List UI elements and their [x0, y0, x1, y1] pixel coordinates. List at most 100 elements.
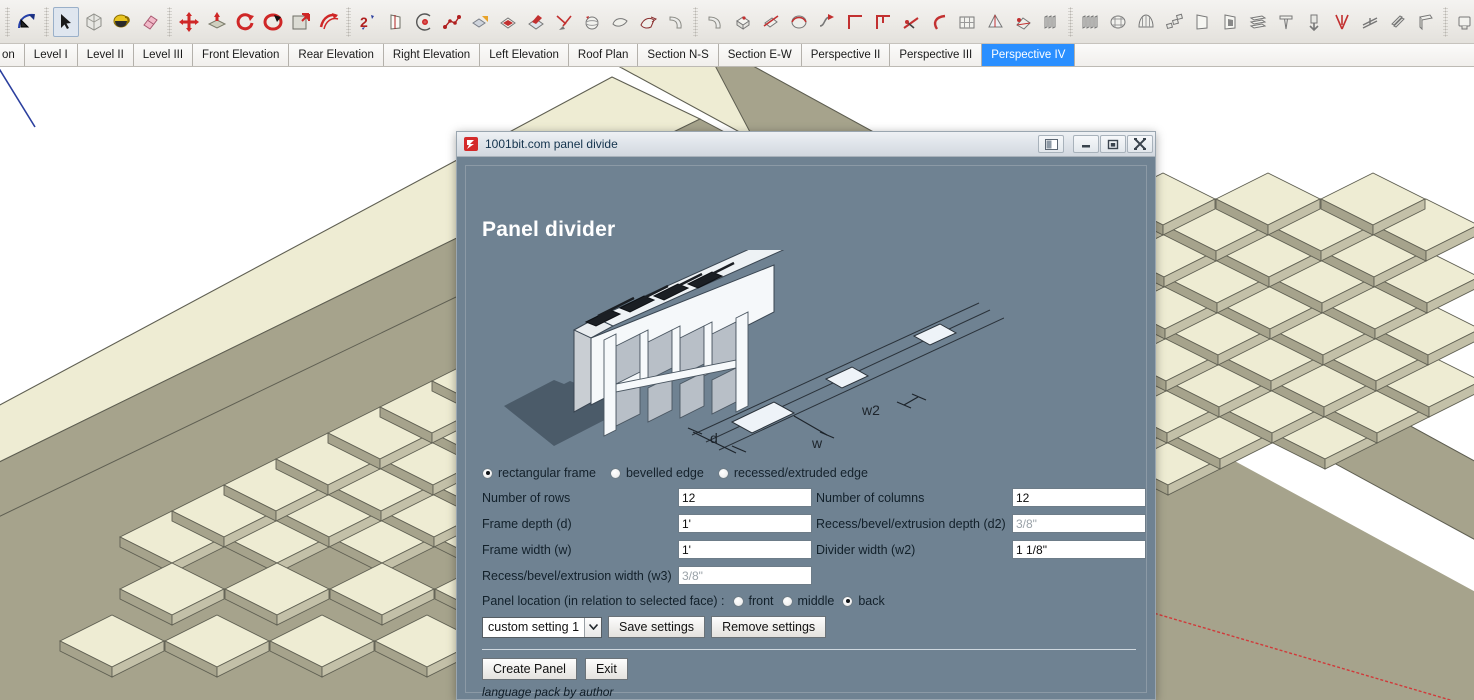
move-icon[interactable] — [176, 7, 202, 37]
cone-roof-icon[interactable] — [982, 7, 1008, 37]
rafter-array-icon[interactable] — [1077, 7, 1103, 37]
scene-tab-13[interactable]: Perspective IV — [982, 44, 1076, 66]
toolbar-grip[interactable] — [693, 6, 698, 37]
minimize-button[interactable] — [1073, 135, 1099, 153]
twist-icon[interactable] — [814, 7, 840, 37]
eraser-icon[interactable] — [137, 7, 163, 37]
radio-icon[interactable] — [482, 467, 493, 479]
scene-tab-1[interactable]: Level I — [25, 44, 78, 66]
scene-tab-3[interactable]: Level III — [134, 44, 194, 66]
create-panel-button[interactable]: Create Panel — [482, 658, 577, 680]
panel-type-option-rectangular-frame[interactable]: rectangular frame — [482, 466, 596, 480]
radio-icon[interactable] — [717, 467, 729, 479]
freehand-shape-icon[interactable] — [607, 7, 633, 37]
panel-divide-dialog[interactable]: 1001bit.com panel divide Panel divider d… — [456, 131, 1156, 700]
radio-icon[interactable] — [732, 595, 744, 607]
scene-tab-8[interactable]: Roof Plan — [569, 44, 639, 66]
angle-brace-icon[interactable] — [898, 7, 924, 37]
column-icon[interactable] — [1273, 7, 1299, 37]
scatter-icon[interactable] — [1161, 7, 1187, 37]
close-button[interactable] — [1127, 135, 1153, 153]
toolbar-grip[interactable] — [167, 6, 172, 37]
slice-icon[interactable] — [758, 7, 784, 37]
toolbar-grip[interactable] — [1443, 6, 1448, 37]
toolbar-grip[interactable] — [1068, 6, 1073, 37]
scene-tab-bar[interactable]: on Level I Level II Level III Front Elev… — [0, 44, 1474, 67]
recess-bevel-extrusion-width-input[interactable]: 3/8" — [678, 566, 812, 585]
scene-tab-6[interactable]: Right Elevation — [384, 44, 481, 66]
save-settings-button[interactable]: Save settings — [608, 616, 706, 638]
extrude-shape-icon[interactable] — [635, 7, 661, 37]
rotate-icon[interactable] — [232, 7, 258, 37]
exit-button[interactable]: Exit — [584, 658, 628, 680]
component-icon[interactable] — [81, 7, 107, 37]
toolbar-grip[interactable] — [346, 6, 351, 37]
sweep-icon[interactable] — [663, 7, 689, 37]
scene-tab-9[interactable]: Section N-S — [638, 44, 719, 66]
number-of-columns-input[interactable]: 12 — [1012, 488, 1146, 507]
panel-location-option-middle[interactable]: middle — [781, 594, 834, 608]
frame-width-input[interactable]: 1' — [678, 540, 812, 559]
dome-icon[interactable] — [786, 7, 812, 37]
sweep-icon-2[interactable] — [702, 7, 728, 37]
box-tool-icon[interactable] — [730, 7, 756, 37]
push-pull-icon[interactable] — [204, 7, 230, 37]
select-arrow-icon[interactable] — [53, 6, 79, 37]
help-button[interactable] — [1038, 135, 1064, 153]
chevron-down-icon[interactable] — [584, 617, 602, 637]
scene-tab-5[interactable]: Rear Elevation — [289, 44, 384, 66]
scene-tab-7[interactable]: Left Elevation — [480, 44, 569, 66]
panel-location-option-front[interactable]: front — [732, 594, 774, 608]
make-component-icon[interactable]: 2 — [355, 7, 381, 37]
rebar-icon[interactable] — [1329, 7, 1355, 37]
corner-frame-icon[interactable] — [842, 7, 868, 37]
scene-tab-12[interactable]: Perspective III — [890, 44, 983, 66]
toolbar-grip[interactable] — [44, 6, 49, 37]
screen-panel-icon[interactable] — [1452, 7, 1474, 37]
panel-location-option-back[interactable]: back — [842, 594, 885, 608]
dialog-title-bar[interactable]: 1001bit.com panel divide — [457, 132, 1155, 157]
texture-paint-icon[interactable] — [523, 7, 549, 37]
folded-plate-icon[interactable] — [1413, 7, 1439, 37]
weld-icon[interactable] — [551, 7, 577, 37]
divider-width-input[interactable]: 1 1/8" — [1012, 540, 1146, 559]
curve-brace-icon[interactable] — [926, 7, 952, 37]
offset-icon[interactable] — [316, 7, 342, 37]
material-drop-icon[interactable] — [467, 7, 493, 37]
wall-opening-icon[interactable] — [1217, 7, 1243, 37]
dome-frame-icon[interactable] — [1133, 7, 1159, 37]
scene-tab-4[interactable]: Front Elevation — [193, 44, 290, 66]
wall-panel-icon[interactable] — [1189, 7, 1215, 37]
panel-type-radio-group[interactable]: rectangular frame bevelled edge recessed… — [474, 466, 1142, 480]
panel-type-option-recessed-extruded-edge[interactable]: recessed/extruded edge — [717, 466, 868, 480]
paint-bucket-icon[interactable] — [109, 7, 135, 37]
arc-tool-icon[interactable] — [14, 7, 40, 37]
foundation-icon[interactable] — [1301, 7, 1327, 37]
radio-icon[interactable] — [781, 595, 793, 607]
scene-tab-0[interactable]: on — [0, 44, 25, 66]
follow-me-icon[interactable] — [260, 7, 286, 37]
rafter-icon[interactable] — [1038, 7, 1064, 37]
frame-joint-icon[interactable] — [870, 7, 896, 37]
maximize-button[interactable] — [1100, 135, 1126, 153]
purlin-icon[interactable] — [1357, 7, 1383, 37]
stacked-slab-icon[interactable] — [1245, 7, 1271, 37]
recess-bevel-extrusion-depth-input[interactable]: 3/8" — [1012, 514, 1146, 533]
scene-tab-2[interactable]: Level II — [78, 44, 134, 66]
arc-center-icon[interactable] — [411, 7, 437, 37]
preset-select[interactable]: custom setting 1 — [482, 616, 603, 638]
toolbar-grip[interactable] — [5, 6, 10, 37]
scene-tab-11[interactable]: Perspective II — [802, 44, 891, 66]
grid-frame-icon[interactable] — [954, 7, 980, 37]
remove-settings-button[interactable]: Remove settings — [711, 616, 827, 638]
sphere-tool-icon[interactable] — [579, 7, 605, 37]
cut-face-icon[interactable] — [383, 7, 409, 37]
panel-type-option-bevelled-edge[interactable]: bevelled edge — [609, 466, 704, 480]
radio-icon[interactable] — [842, 595, 854, 607]
layered-wall-icon[interactable] — [1385, 7, 1411, 37]
texture-grid-icon[interactable] — [495, 7, 521, 37]
polyline-icon[interactable] — [439, 7, 465, 37]
radio-icon[interactable] — [609, 467, 621, 479]
number-of-rows-input[interactable]: 12 — [678, 488, 812, 507]
scale-icon[interactable] — [288, 7, 314, 37]
